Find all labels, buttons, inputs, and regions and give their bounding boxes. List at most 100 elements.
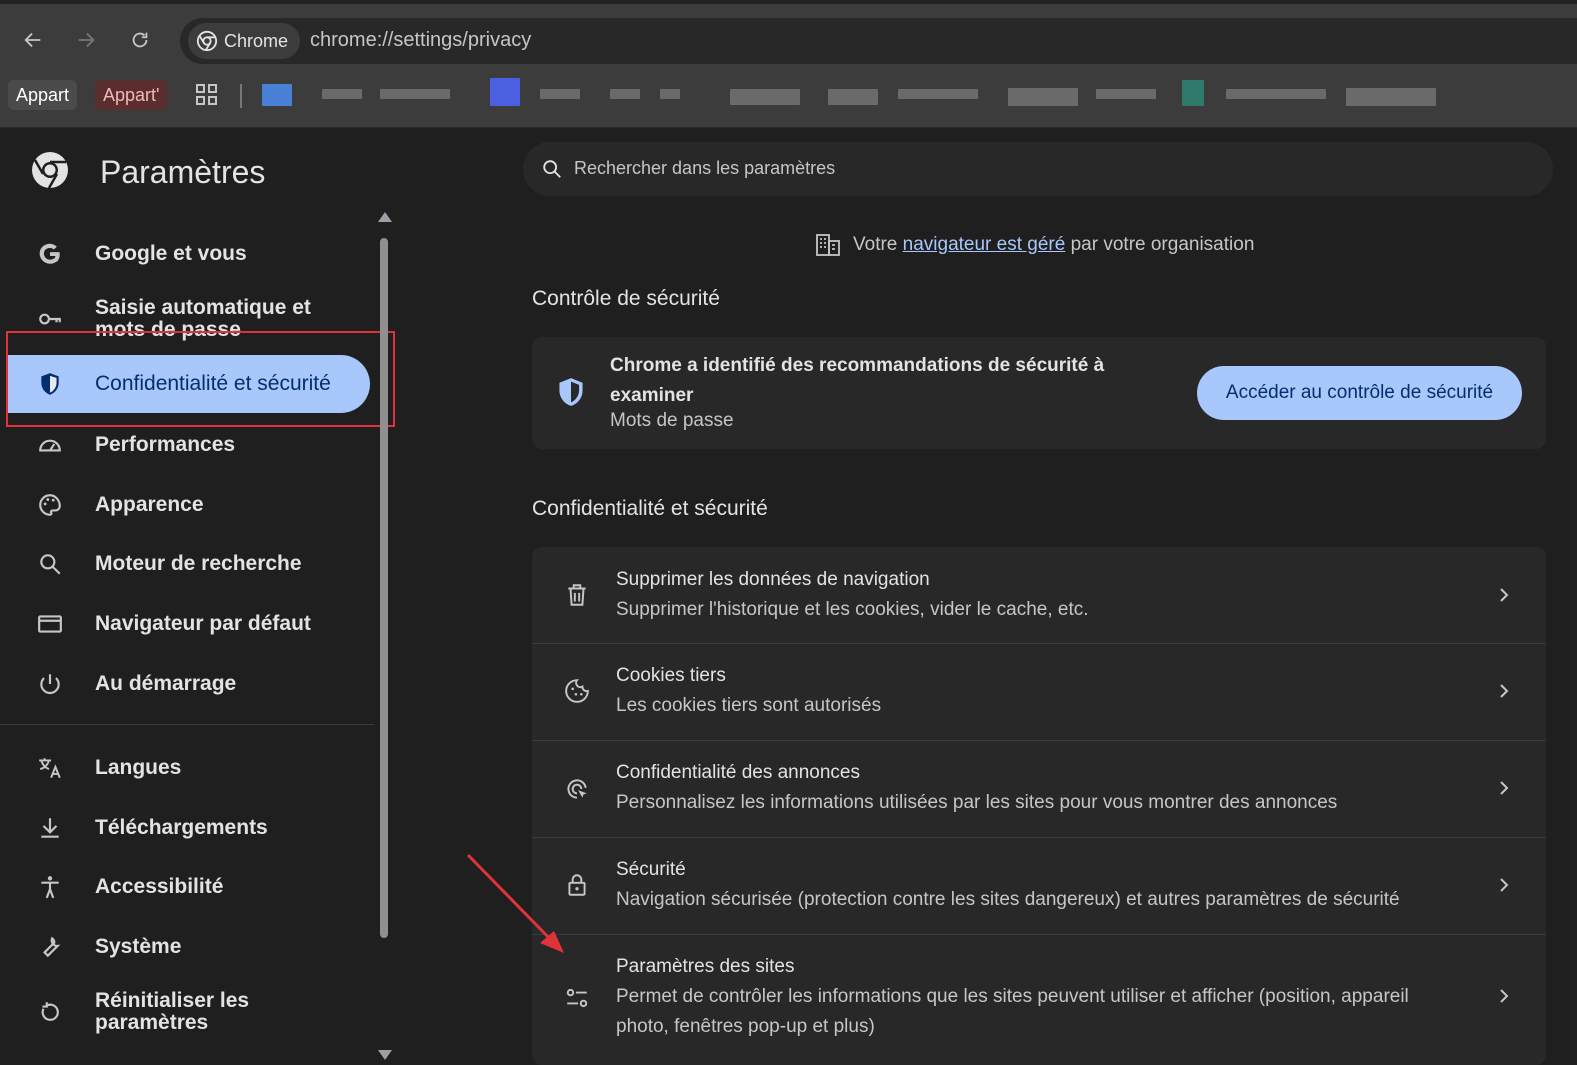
sidebar-item-startup[interactable]: Au démarrage	[0, 655, 372, 713]
row-title: Supprimer les données de navigation	[616, 569, 930, 590]
translate-icon	[36, 754, 64, 782]
shield-icon	[559, 378, 583, 406]
managed-suffix: par votre organisation	[1070, 234, 1255, 255]
chevron-right-icon	[1500, 878, 1509, 892]
bookmark-appart-2[interactable]: Appart'	[95, 80, 168, 110]
search-placeholder: Rechercher dans les paramètres	[574, 158, 836, 178]
row-subtitle: Supprimer l'historique et les cookies, v…	[616, 599, 1089, 620]
row-subtitle: Navigation sécurisée (protection contre …	[616, 889, 1400, 910]
sidebar-item-label: Système	[95, 935, 182, 958]
forward-button[interactable]	[68, 22, 104, 58]
sidebar-item-accessibility[interactable]: Accessibilité	[0, 858, 372, 916]
row-clear-browsing-data[interactable]: Supprimer les données de navigation Supp…	[532, 547, 1546, 644]
managed-prefix: Votre	[853, 234, 898, 255]
browser-toolbar: Chrome chrome://settings/privacy	[0, 0, 1577, 66]
annotation-highlight-box	[6, 331, 395, 427]
sidebar-item-google[interactable]: Google et vous	[0, 225, 372, 283]
safety-check-subtitle: Mots de passe	[610, 410, 734, 431]
safety-check-title: Chrome a identifié des recommandations d…	[610, 355, 1105, 406]
chrome-logo-icon	[32, 152, 68, 189]
row-title: Paramètres des sites	[616, 956, 795, 977]
managed-notice: Votre navigateur est géré par votre orga…	[815, 232, 1254, 258]
cookie-icon	[564, 678, 590, 704]
sidebar-item-label: Réinitialiser les paramètres	[95, 989, 250, 1034]
privacy-section-heading: Confidentialité et sécurité	[532, 497, 768, 520]
search-icon	[543, 160, 561, 178]
row-site-settings[interactable]: Paramètres des sites Permet de contrôler…	[532, 935, 1546, 1065]
safety-check-card: Chrome a identifié des recommandations d…	[532, 337, 1546, 449]
settings-search-box[interactable]: Rechercher dans les paramètres	[523, 142, 1553, 196]
sidebar-scrollbar[interactable]	[376, 212, 394, 1065]
search-icon	[36, 550, 64, 578]
chrome-logo-icon	[196, 30, 218, 52]
download-icon	[36, 814, 64, 842]
safety-check-heading: Contrôle de sécurité	[532, 287, 720, 310]
palette-icon	[36, 491, 64, 519]
sidebar-item-label: Apparence	[95, 493, 204, 516]
row-subtitle: Personnalisez les informations utilisées…	[616, 792, 1338, 813]
arrow-left-icon	[24, 32, 41, 48]
tab-strip-edge	[0, 0, 1577, 4]
row-title: Confidentialité des annonces	[616, 762, 861, 783]
row-security[interactable]: Sécurité Navigation sécurisée (protectio…	[532, 838, 1546, 935]
sidebar-divider	[0, 724, 374, 725]
url-text[interactable]: chrome://settings/privacy	[310, 29, 531, 52]
scroll-up-arrow[interactable]	[378, 212, 392, 222]
sidebar-item-label: Téléchargements	[95, 816, 268, 839]
go-to-safety-check-button[interactable]: Accéder au contrôle de sécurité	[1197, 366, 1522, 420]
bookmark-appart[interactable]: Appart	[8, 80, 78, 110]
row-subtitle: Les cookies tiers sont autorisés	[616, 695, 882, 716]
sidebar-item-search-engine[interactable]: Moteur de recherche	[0, 535, 372, 593]
key-icon	[36, 305, 64, 333]
row-title: Sécurité	[616, 859, 686, 880]
chevron-right-icon	[1500, 684, 1509, 698]
sidebar-item-downloads[interactable]: Téléchargements	[0, 799, 372, 857]
sidebar-item-default-browser[interactable]: Navigateur par défaut	[0, 595, 372, 653]
row-subtitle: Permet de contrôler les informations que…	[616, 986, 1409, 1037]
power-icon	[36, 670, 64, 698]
sidebar-item-languages[interactable]: Langues	[0, 739, 372, 797]
row-title: Cookies tiers	[616, 665, 726, 686]
chevron-right-icon	[1500, 781, 1509, 795]
building-icon	[816, 234, 840, 256]
row-ad-privacy[interactable]: Confidentialité des annonces Personnalis…	[532, 741, 1546, 838]
sidebar-item-label: Google et vous	[95, 242, 247, 265]
managed-link[interactable]: navigateur est géré	[903, 234, 1066, 255]
sidebar-item-label: Navigateur par défaut	[95, 612, 311, 635]
accessibility-icon	[36, 873, 64, 901]
row-third-party-cookies[interactable]: Cookies tiers Les cookies tiers sont aut…	[532, 644, 1546, 741]
address-bar[interactable]: Chrome chrome://settings/privacy	[180, 18, 1577, 64]
sidebar-item-reset[interactable]: Réinitialiser les paramètres	[0, 983, 372, 1041]
bookmarks-separator	[240, 84, 242, 108]
privacy-settings-list: Supprimer les données de navigation Supp…	[532, 547, 1546, 1065]
settings-brand: Paramètres	[30, 150, 265, 190]
reset-icon	[36, 998, 64, 1026]
arrow-right-icon	[78, 32, 95, 48]
annotation-arrow	[466, 853, 564, 953]
chip-label: Chrome	[224, 30, 289, 51]
sidebar-item-label: Langues	[95, 756, 182, 779]
sidebar-item-label: Performances	[95, 433, 236, 456]
chevron-right-icon	[1500, 989, 1509, 1003]
settings-sidebar: Paramètres Google et vous Saisie automat…	[0, 128, 400, 1065]
sidebar-item-label: Au démarrage	[95, 672, 237, 695]
sidebar-item-system[interactable]: Système	[0, 918, 372, 976]
reload-icon	[132, 32, 148, 48]
sidebar-item-label: Accessibilité	[95, 875, 224, 898]
chevron-right-icon	[1500, 588, 1509, 602]
ad-target-icon	[564, 776, 590, 802]
back-button[interactable]	[15, 22, 51, 58]
site-info-chip[interactable]: Chrome	[188, 23, 301, 59]
sidebar-item-appearance[interactable]: Apparence	[0, 476, 372, 534]
speedometer-icon	[36, 431, 64, 459]
page-title: Paramètres	[100, 154, 266, 190]
google-icon	[36, 240, 64, 268]
reload-button[interactable]	[122, 22, 158, 58]
browser-window-icon	[36, 610, 64, 638]
apps-grid-icon[interactable]	[196, 84, 218, 106]
sliders-icon	[564, 985, 590, 1011]
scrollbar-thumb[interactable]	[380, 238, 388, 938]
trash-icon	[564, 582, 590, 608]
sidebar-item-label: Moteur de recherche	[95, 552, 302, 575]
scroll-down-arrow[interactable]	[378, 1050, 392, 1060]
